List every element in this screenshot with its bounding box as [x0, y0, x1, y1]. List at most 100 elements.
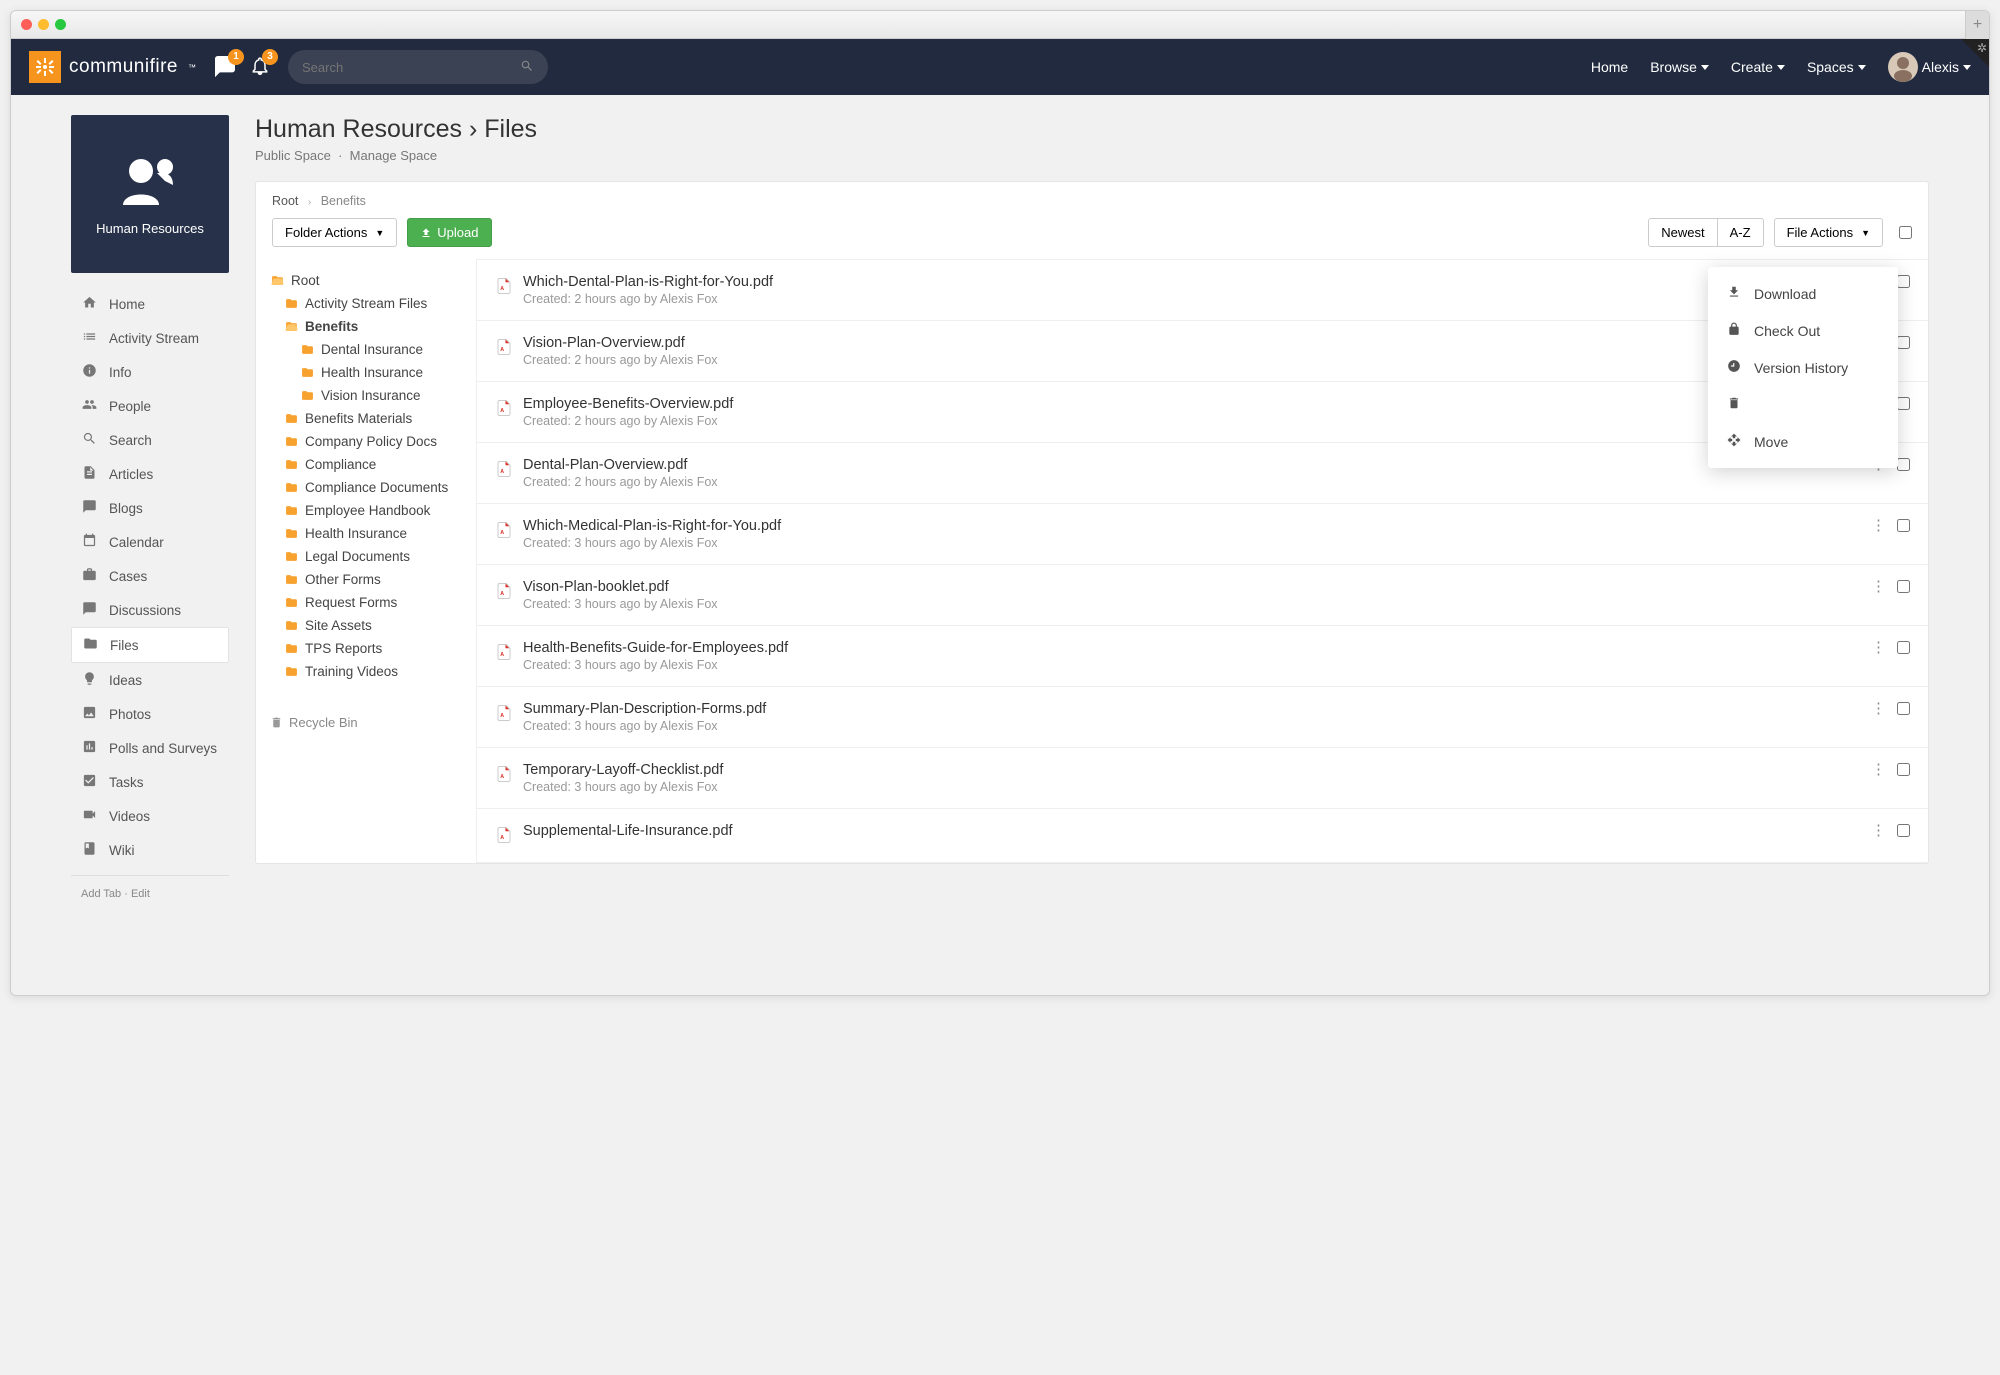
sidebar-item-photos[interactable]: Photos	[71, 697, 229, 731]
edit-tabs-link[interactable]: Edit	[131, 888, 150, 900]
sidebar-item-files[interactable]: Files	[71, 627, 229, 663]
file-row[interactable]: ASummary-Plan-Description-Forms.pdfCreat…	[477, 687, 1928, 748]
sort-az-button[interactable]: A-Z	[1718, 218, 1764, 247]
file-actions-button[interactable]: File Actions▼	[1774, 218, 1883, 247]
window-close-button[interactable]	[21, 19, 32, 30]
tree-folder-activity-stream-files[interactable]: Activity Stream Files	[270, 292, 462, 315]
sidebar-item-label: Ideas	[109, 673, 142, 688]
gear-icon[interactable]: ✲	[1977, 41, 1987, 55]
sidebar-item-blogs[interactable]: Blogs	[71, 491, 229, 525]
sidebar-item-activity-stream[interactable]: Activity Stream	[71, 321, 229, 355]
window-minimize-button[interactable]	[38, 19, 49, 30]
file-checkbox[interactable]	[1897, 580, 1910, 593]
sidebar-item-wiki[interactable]: Wiki	[71, 833, 229, 867]
search-input[interactable]	[302, 60, 520, 75]
sidebar-item-tasks[interactable]: Tasks	[71, 765, 229, 799]
space-card[interactable]: Human Resources	[71, 115, 229, 273]
public-space-link[interactable]: Public Space	[255, 148, 331, 163]
file-row[interactable]: AVison-Plan-booklet.pdfCreated: 3 hours …	[477, 565, 1928, 626]
menu-checkout[interactable]: Check Out	[1708, 312, 1898, 349]
recycle-bin-link[interactable]: Recycle Bin	[256, 701, 476, 744]
file-checkbox[interactable]	[1897, 824, 1910, 837]
file-checkbox[interactable]	[1897, 702, 1910, 715]
tree-folder-health-insurance[interactable]: Health Insurance	[270, 522, 462, 545]
search-icon[interactable]	[520, 59, 534, 76]
file-checkbox[interactable]	[1897, 641, 1910, 654]
menu-download[interactable]: Download	[1708, 275, 1898, 312]
sidebar-item-calendar[interactable]: Calendar	[71, 525, 229, 559]
svg-text:A: A	[500, 713, 504, 719]
folder-actions-button[interactable]: Folder Actions▼	[272, 218, 397, 247]
sidebar-item-videos[interactable]: Videos	[71, 799, 229, 833]
file-checkbox[interactable]	[1897, 519, 1910, 532]
tree-folder-health-insurance[interactable]: Health Insurance	[270, 361, 462, 384]
sidebar-item-ideas[interactable]: Ideas	[71, 663, 229, 697]
file-row[interactable]: ATemporary-Layoff-Checklist.pdfCreated: …	[477, 748, 1928, 809]
tree-folder-benefits[interactable]: Benefits	[270, 315, 462, 338]
tree-folder-compliance-documents[interactable]: Compliance Documents	[270, 476, 462, 499]
hr-icon	[115, 153, 185, 213]
sidebar-item-people[interactable]: People	[71, 389, 229, 423]
file-row[interactable]: AWhich-Medical-Plan-is-Right-for-You.pdf…	[477, 504, 1928, 565]
clock-icon	[1726, 359, 1742, 376]
sidebar-item-home[interactable]: Home	[71, 287, 229, 321]
file-checkbox[interactable]	[1897, 275, 1910, 288]
tree-folder-site-assets[interactable]: Site Assets	[270, 614, 462, 637]
brand[interactable]: communifire™	[29, 51, 196, 83]
file-checkbox[interactable]	[1897, 397, 1910, 410]
notifications-button[interactable]: 3	[250, 55, 270, 80]
search-field[interactable]	[288, 50, 548, 84]
sidebar-item-search[interactable]: Search	[71, 423, 229, 457]
select-all-checkbox[interactable]	[1899, 226, 1912, 239]
add-tab-link[interactable]: Add Tab	[81, 888, 121, 900]
file-kebab-button[interactable]: ⋮	[1871, 701, 1885, 716]
file-kebab-button[interactable]: ⋮	[1871, 823, 1885, 838]
menu-version-history[interactable]: Version History	[1708, 349, 1898, 386]
sidebar-item-discussions[interactable]: Discussions	[71, 593, 229, 627]
file-checkbox[interactable]	[1897, 763, 1910, 776]
sidebar-item-cases[interactable]: Cases	[71, 559, 229, 593]
tree-root[interactable]: Root	[270, 269, 462, 292]
file-checkbox[interactable]	[1897, 336, 1910, 349]
sort-newest-button[interactable]: Newest	[1648, 218, 1717, 247]
menu-delete[interactable]	[1708, 386, 1898, 423]
window-maximize-button[interactable]	[55, 19, 66, 30]
sidebar-item-polls-and-surveys[interactable]: Polls and Surveys	[71, 731, 229, 765]
tree-folder-legal-documents[interactable]: Legal Documents	[270, 545, 462, 568]
file-name: Supplemental-Life-Insurance.pdf	[523, 823, 1861, 839]
file-checkbox[interactable]	[1897, 458, 1910, 471]
svg-text:A: A	[500, 286, 504, 292]
file-kebab-button[interactable]: ⋮	[1871, 762, 1885, 777]
sidebar-item-info[interactable]: Info	[71, 355, 229, 389]
sidebar-item-label: Articles	[109, 467, 153, 482]
file-name: Dental-Plan-Overview.pdf	[523, 457, 1861, 473]
file-row[interactable]: AHealth-Benefits-Guide-for-Employees.pdf…	[477, 626, 1928, 687]
upload-button[interactable]: Upload	[407, 218, 491, 247]
sidebar-item-articles[interactable]: Articles	[71, 457, 229, 491]
tree-folder-training-videos[interactable]: Training Videos	[270, 660, 462, 683]
tree-folder-request-forms[interactable]: Request Forms	[270, 591, 462, 614]
tree-folder-compliance[interactable]: Compliance	[270, 453, 462, 476]
nav-home[interactable]: Home	[1591, 59, 1628, 75]
messages-button[interactable]: 1	[214, 55, 236, 80]
manage-space-link[interactable]: Manage Space	[350, 148, 437, 163]
breadcrumb-root[interactable]: Root	[272, 194, 298, 208]
tree-folder-dental-insurance[interactable]: Dental Insurance	[270, 338, 462, 361]
file-kebab-button[interactable]: ⋮	[1871, 640, 1885, 655]
file-kebab-button[interactable]: ⋮	[1871, 579, 1885, 594]
menu-move[interactable]: Move	[1708, 423, 1898, 460]
tree-folder-vision-insurance[interactable]: Vision Insurance	[270, 384, 462, 407]
tree-folder-tps-reports[interactable]: TPS Reports	[270, 637, 462, 660]
nav-user-menu[interactable]: Alexis	[1888, 52, 1971, 82]
new-tab-button[interactable]: +	[1965, 11, 1989, 39]
tree-folder-employee-handbook[interactable]: Employee Handbook	[270, 499, 462, 522]
tree-folder-company-policy-docs[interactable]: Company Policy Docs	[270, 430, 462, 453]
nav-spaces[interactable]: Spaces	[1807, 59, 1866, 75]
file-row[interactable]: ASupplemental-Life-Insurance.pdf⋮	[477, 809, 1928, 863]
file-kebab-button[interactable]: ⋮	[1871, 518, 1885, 533]
nav-create[interactable]: Create	[1731, 59, 1785, 75]
svg-text:A: A	[500, 469, 504, 475]
tree-folder-other-forms[interactable]: Other Forms	[270, 568, 462, 591]
nav-browse[interactable]: Browse	[1650, 59, 1709, 75]
tree-folder-benefits-materials[interactable]: Benefits Materials	[270, 407, 462, 430]
